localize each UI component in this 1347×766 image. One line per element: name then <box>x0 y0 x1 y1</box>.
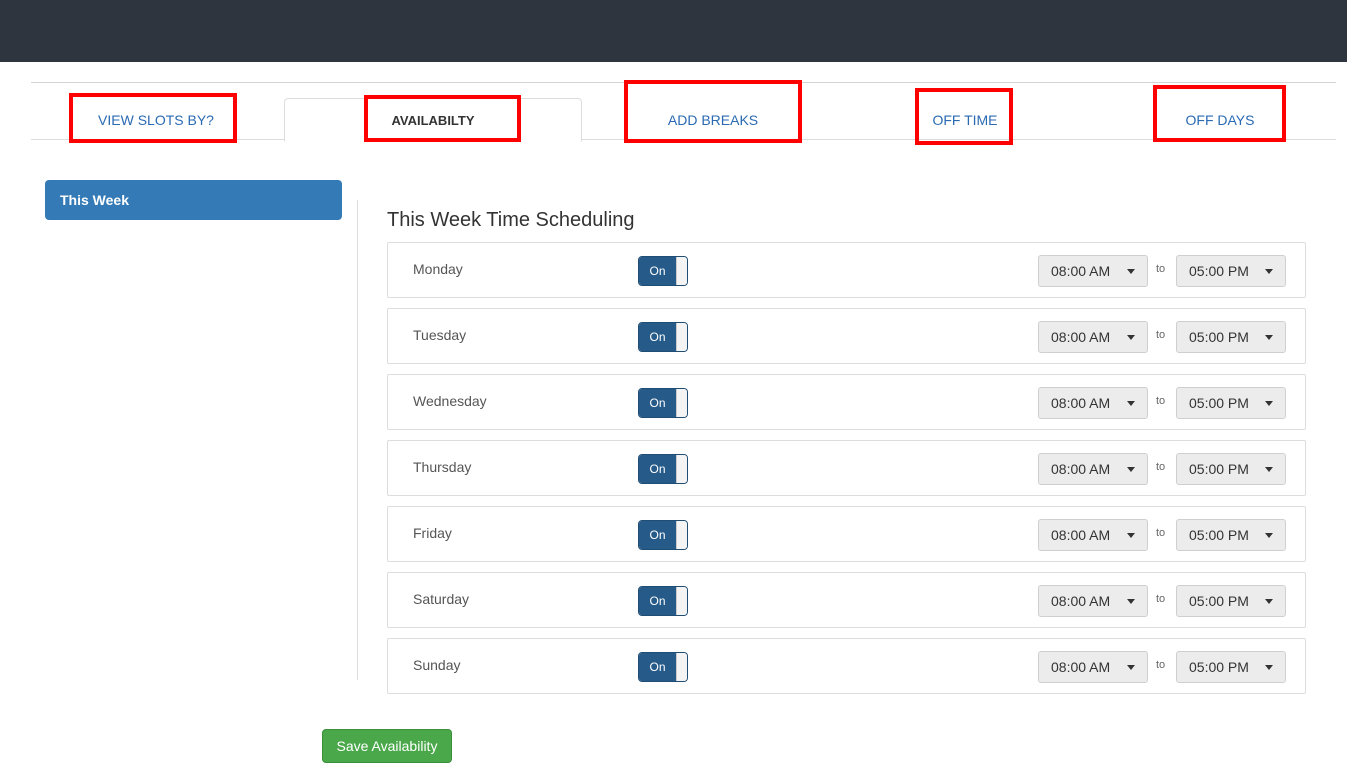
day-toggle[interactable]: On <box>638 652 688 682</box>
caret-down-icon <box>1127 598 1135 604</box>
toggle-on-label: On <box>639 257 676 285</box>
start-time-select[interactable]: 08:00 AM <box>1038 651 1148 683</box>
caret-down-icon <box>1265 334 1273 340</box>
start-time-value: 08:00 AM <box>1051 659 1111 675</box>
start-time-select[interactable]: 08:00 AM <box>1038 585 1148 617</box>
tab-view-slots-by[interactable]: VIEW SLOTS BY? <box>71 83 241 141</box>
to-label: to <box>1156 593 1166 605</box>
to-label: to <box>1156 461 1166 473</box>
to-label: to <box>1156 527 1166 539</box>
day-row-thursday: Thursday On 08:00 AM to 05:00 PM <box>387 440 1306 496</box>
caret-down-icon <box>1265 664 1273 670</box>
toggle-on-label: On <box>639 455 676 483</box>
end-time-select[interactable]: 05:00 PM <box>1176 321 1286 353</box>
caret-down-icon <box>1127 466 1135 472</box>
toggle-on-label: On <box>639 587 676 615</box>
day-row-monday: Monday On 08:00 AM to 05:00 PM <box>387 242 1306 298</box>
day-toggle[interactable]: On <box>638 388 688 418</box>
to-label: to <box>1156 263 1166 275</box>
start-time-value: 08:00 AM <box>1051 593 1111 609</box>
start-time-value: 08:00 AM <box>1051 329 1111 345</box>
toggle-on-label: On <box>639 653 676 681</box>
day-toggle[interactable]: On <box>638 520 688 550</box>
day-label: Thursday <box>413 459 472 475</box>
tab-availability[interactable]: AVAILABILTY <box>284 98 582 142</box>
end-time-select[interactable]: 05:00 PM <box>1176 585 1286 617</box>
day-label: Tuesday <box>413 327 467 343</box>
end-time-select[interactable]: 05:00 PM <box>1176 651 1286 683</box>
day-toggle[interactable]: On <box>638 454 688 484</box>
toggle-handle <box>676 521 687 549</box>
start-time-value: 08:00 AM <box>1051 395 1111 411</box>
day-label: Friday <box>413 525 452 541</box>
save-availability-button[interactable]: Save Availability <box>322 729 452 763</box>
caret-down-icon <box>1265 598 1273 604</box>
start-time-select[interactable]: 08:00 AM <box>1038 387 1148 419</box>
to-label: to <box>1156 395 1166 407</box>
tab-off-days[interactable]: OFF DAYS <box>1155 83 1285 141</box>
end-time-value: 05:00 PM <box>1189 593 1249 609</box>
sidebar-item-this-week[interactable]: This Week <box>45 180 342 220</box>
end-time-value: 05:00 PM <box>1189 263 1249 279</box>
toggle-handle <box>676 455 687 483</box>
tab-off-time[interactable]: OFF TIME <box>917 83 1013 141</box>
day-label: Sunday <box>413 657 461 673</box>
start-time-value: 08:00 AM <box>1051 263 1111 279</box>
caret-down-icon <box>1127 400 1135 406</box>
start-time-value: 08:00 AM <box>1051 461 1111 477</box>
tab-bar: VIEW SLOTS BY? AVAILABILTY ADD BREAKS OF… <box>31 82 1336 142</box>
section-title: This Week Time Scheduling <box>387 209 635 231</box>
end-time-value: 05:00 PM <box>1189 527 1249 543</box>
start-time-select[interactable]: 08:00 AM <box>1038 321 1148 353</box>
day-row-sunday: Sunday On 08:00 AM to 05:00 PM <box>387 638 1306 694</box>
start-time-select[interactable]: 08:00 AM <box>1038 453 1148 485</box>
caret-down-icon <box>1127 532 1135 538</box>
day-row-friday: Friday On 08:00 AM to 05:00 PM <box>387 506 1306 562</box>
tab-add-breaks[interactable]: ADD BREAKS <box>626 83 800 141</box>
end-time-value: 05:00 PM <box>1189 461 1249 477</box>
end-time-select[interactable]: 05:00 PM <box>1176 387 1286 419</box>
caret-down-icon <box>1127 268 1135 274</box>
day-row-wednesday: Wednesday On 08:00 AM to 05:00 PM <box>387 374 1306 430</box>
end-time-select[interactable]: 05:00 PM <box>1176 519 1286 551</box>
caret-down-icon <box>1265 466 1273 472</box>
caret-down-icon <box>1265 400 1273 406</box>
day-label: Wednesday <box>413 393 487 409</box>
day-label: Saturday <box>413 591 470 607</box>
toggle-handle <box>676 323 687 351</box>
day-toggle[interactable]: On <box>638 586 688 616</box>
to-label: to <box>1156 329 1166 341</box>
day-toggle[interactable]: On <box>638 256 688 286</box>
day-row-saturday: Saturday On 08:00 AM to 05:00 PM <box>387 572 1306 628</box>
day-label: Monday <box>413 261 463 277</box>
caret-down-icon <box>1127 334 1135 340</box>
caret-down-icon <box>1127 664 1135 670</box>
start-time-select[interactable]: 08:00 AM <box>1038 255 1148 287</box>
top-bar <box>0 0 1347 62</box>
caret-down-icon <box>1265 268 1273 274</box>
end-time-value: 05:00 PM <box>1189 329 1249 345</box>
toggle-handle <box>676 389 687 417</box>
toggle-on-label: On <box>639 323 676 351</box>
toggle-on-label: On <box>639 389 676 417</box>
sidebar-divider <box>357 200 358 680</box>
start-time-select[interactable]: 08:00 AM <box>1038 519 1148 551</box>
end-time-select[interactable]: 05:00 PM <box>1176 453 1286 485</box>
day-row-tuesday: Tuesday On 08:00 AM to 05:00 PM <box>387 308 1306 364</box>
end-time-select[interactable]: 05:00 PM <box>1176 255 1286 287</box>
start-time-value: 08:00 AM <box>1051 527 1111 543</box>
toggle-on-label: On <box>639 521 676 549</box>
end-time-value: 05:00 PM <box>1189 395 1249 411</box>
toggle-handle <box>676 257 687 285</box>
day-toggle[interactable]: On <box>638 322 688 352</box>
caret-down-icon <box>1265 532 1273 538</box>
to-label: to <box>1156 659 1166 671</box>
end-time-value: 05:00 PM <box>1189 659 1249 675</box>
toggle-handle <box>676 653 687 681</box>
toggle-handle <box>676 587 687 615</box>
